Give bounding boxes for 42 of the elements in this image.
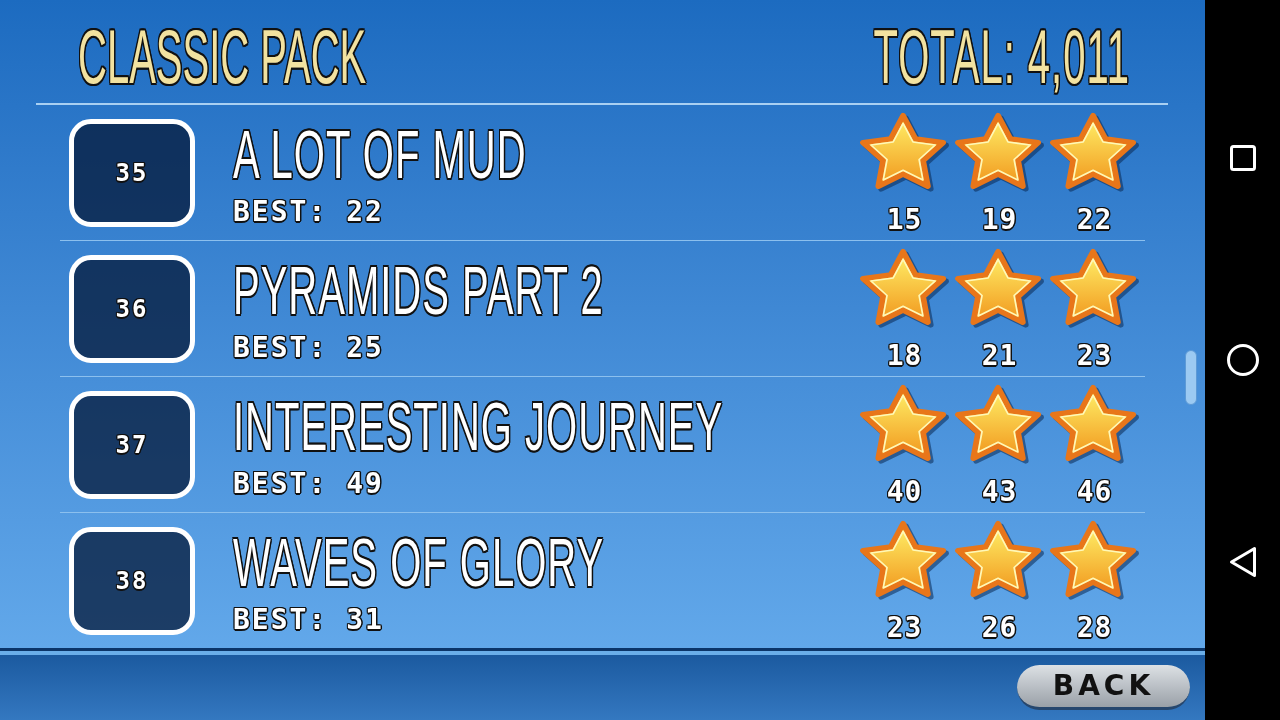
best-score: BEST: 22	[233, 197, 384, 226]
star-icon	[1048, 111, 1141, 192]
star-icon	[953, 383, 1046, 464]
level-tile[interactable]: 37	[69, 390, 195, 499]
star-threshold: 19	[981, 205, 1018, 234]
star-threshold: 26	[981, 613, 1018, 642]
star-icon	[953, 519, 1046, 600]
star-icon	[858, 111, 951, 192]
level-tile[interactable]: 35	[69, 118, 195, 227]
total-score: TOTAL: 4,011	[873, 17, 1130, 94]
triangle-icon[interactable]	[1228, 546, 1257, 578]
star-icon	[858, 247, 951, 328]
square-icon[interactable]	[1229, 145, 1256, 171]
star-icon	[1048, 247, 1141, 328]
star-icon	[1048, 519, 1141, 600]
star-icon	[1048, 383, 1141, 464]
best-score: BEST: 25	[233, 333, 384, 362]
star-icon	[858, 519, 951, 600]
level-title: A LOT OF MUD	[233, 119, 527, 188]
star-icon	[953, 247, 1046, 328]
star-threshold: 23	[1076, 341, 1113, 370]
level-title: PYRAMIDS PART 2	[233, 255, 604, 324]
star-icon	[953, 111, 1046, 192]
level-title: INTERESTING JOURNEY	[233, 391, 724, 460]
level-title: WAVES OF GLORY	[233, 527, 605, 596]
star-threshold: 28	[1076, 613, 1113, 642]
star-threshold: 46	[1076, 477, 1113, 506]
level-tile[interactable]: 38	[69, 526, 195, 635]
back-button[interactable]: BACK	[1017, 665, 1190, 710]
circle-icon[interactable]	[1226, 344, 1259, 376]
star-threshold: 15	[886, 205, 923, 234]
star-threshold: 40	[886, 477, 923, 506]
star-threshold: 23	[886, 613, 923, 642]
star-icon	[858, 383, 951, 464]
best-score: BEST: 49	[233, 469, 384, 498]
star-threshold: 43	[981, 477, 1018, 506]
level-tile[interactable]: 36	[69, 254, 195, 363]
best-score: BEST: 31	[233, 605, 384, 634]
star-threshold: 22	[1076, 205, 1113, 234]
pack-title: CLASSIC PACK	[78, 17, 367, 94]
star-threshold: 18	[886, 341, 923, 370]
star-threshold: 21	[981, 341, 1018, 370]
